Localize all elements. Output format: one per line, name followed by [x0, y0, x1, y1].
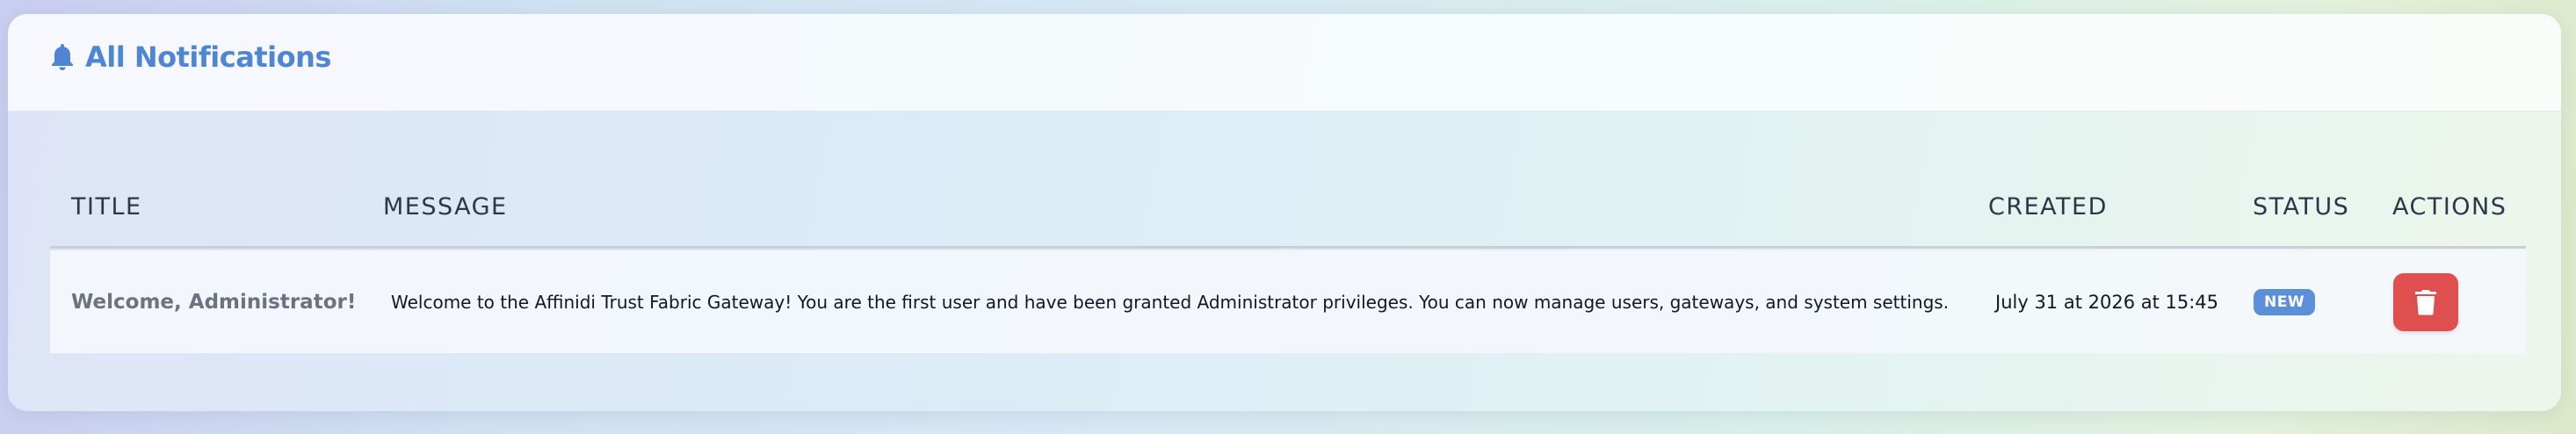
table-header: TITLE MESSAGE CREATED STATUS ACTIONS — [50, 181, 2526, 249]
status-cell: NEW — [2254, 250, 2316, 353]
page-title: All Notifications — [48, 40, 331, 74]
column-header-created: CREATED — [1988, 193, 2108, 221]
trash-icon — [2415, 289, 2436, 315]
page-title-text: All Notifications — [85, 40, 331, 74]
bell-icon — [52, 44, 73, 70]
notification-message: Welcome to the Affinidi Trust Fabric Gat… — [391, 291, 1950, 313]
column-header-message: MESSAGE — [383, 193, 508, 221]
notification-title: Welcome, Administrator! — [71, 290, 357, 314]
delete-button[interactable] — [2393, 272, 2458, 331]
column-header-status: STATUS — [2253, 193, 2350, 221]
card-header: All Notifications — [8, 14, 2561, 112]
column-header-actions: ACTIONS — [2392, 193, 2507, 221]
column-header-title: TITLE — [71, 193, 142, 221]
actions-cell — [2393, 250, 2458, 353]
table-row: Welcome, Administrator! Welcome to the A… — [50, 250, 2526, 353]
status-badge: NEW — [2254, 288, 2316, 315]
notifications-card: All Notifications TITLE MESSAGE CREATED … — [8, 14, 2561, 411]
notification-created: July 31 at 2026 at 15:45 — [1995, 291, 2219, 313]
